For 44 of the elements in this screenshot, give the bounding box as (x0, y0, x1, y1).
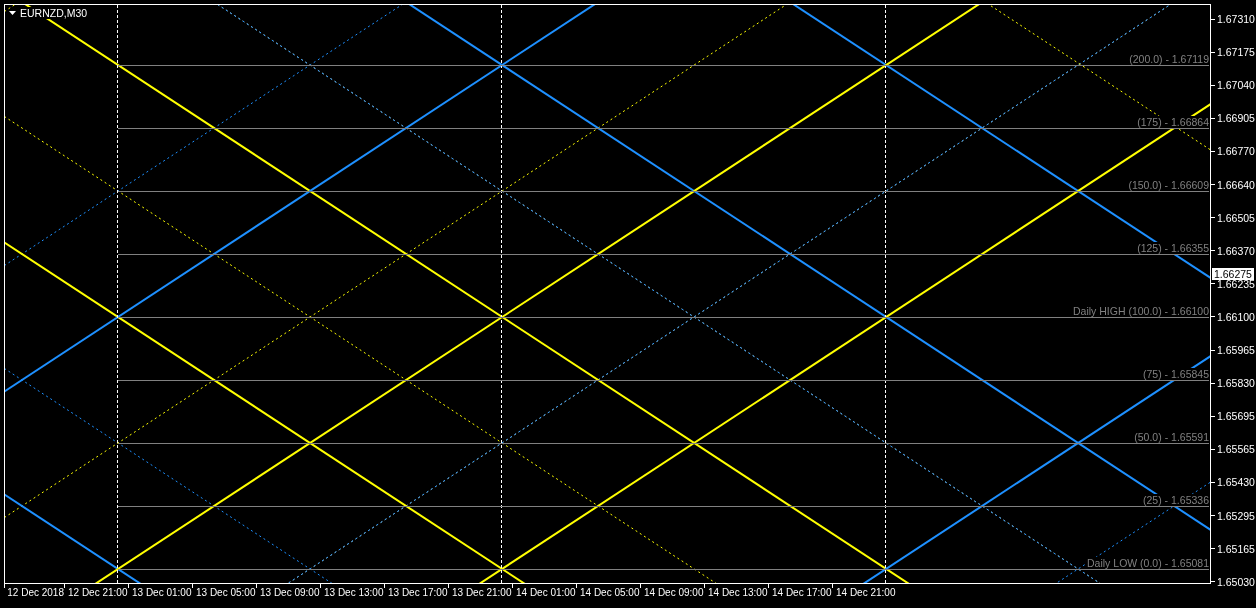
chart-title: EURNZD,M30 (20, 7, 88, 19)
level-label: (150.0) - 1.66609 (1128, 179, 1209, 191)
time-label: 13 Dec 17:00 (388, 586, 448, 600)
time-label: 14 Dec 01:00 (516, 586, 576, 600)
time-label: 13 Dec 01:00 (132, 586, 192, 600)
time-label: 13 Dec 09:00 (260, 586, 320, 600)
time-label: 12 Dec 21:00 (68, 586, 128, 600)
price-label: 1.66640 (1217, 178, 1255, 191)
current-price-tag: 1.66275 (1212, 268, 1254, 280)
level-label: (75) - 1.65845 (1143, 368, 1209, 380)
time-label: 14 Dec 21:00 (836, 586, 896, 600)
price-label: 1.65295 (1217, 509, 1255, 522)
price-label: 1.65165 (1217, 542, 1255, 555)
time-label: 13 Dec 13:00 (324, 586, 384, 600)
price-label: 1.66370 (1217, 244, 1255, 257)
caret-icon[interactable] (9, 11, 16, 15)
level-label: Daily HIGH (100.0) - 1.66100 (1073, 305, 1209, 317)
price-label: 1.65965 (1217, 344, 1255, 356)
price-label: 1.65695 (1217, 410, 1255, 423)
price-label: 1.65830 (1217, 377, 1255, 390)
price-label: 1.66505 (1217, 211, 1255, 224)
price-label: 1.66905 (1217, 112, 1255, 125)
price-label: 1.65430 (1217, 476, 1255, 489)
time-label: 14 Dec 09:00 (644, 586, 704, 600)
time-label: 13 Dec 21:00 (452, 586, 512, 600)
level-label: (50.0) - 1.65591 (1134, 431, 1209, 443)
time-label: 13 Dec 05:00 (196, 586, 256, 600)
level-label: (200.0) - 1.67119 (1129, 53, 1209, 65)
time-label: 14 Dec 05:00 (580, 586, 640, 600)
price-label: 1.65565 (1217, 443, 1255, 456)
price-label: 1.67310 (1217, 13, 1255, 25)
time-label: 14 Dec 17:00 (772, 586, 832, 600)
level-label: (175) - 1.66864 (1137, 116, 1209, 128)
level-label: (125) - 1.66355 (1137, 242, 1209, 254)
level-label: Daily LOW (0.0) - 1.65081 (1087, 557, 1209, 569)
time-label: 12 Dec 2018 (7, 586, 64, 600)
level-label: (25) - 1.65336 (1143, 494, 1209, 506)
price-label: 1.67175 (1217, 46, 1255, 59)
price-label: 1.66100 (1217, 310, 1255, 323)
price-label: 1.67040 (1217, 79, 1255, 92)
price-label: 1.65030 (1217, 575, 1255, 588)
price-label: 1.66770 (1217, 145, 1255, 158)
time-label: 14 Dec 13:00 (708, 586, 768, 600)
price-label: 1.66235 (1217, 277, 1255, 290)
